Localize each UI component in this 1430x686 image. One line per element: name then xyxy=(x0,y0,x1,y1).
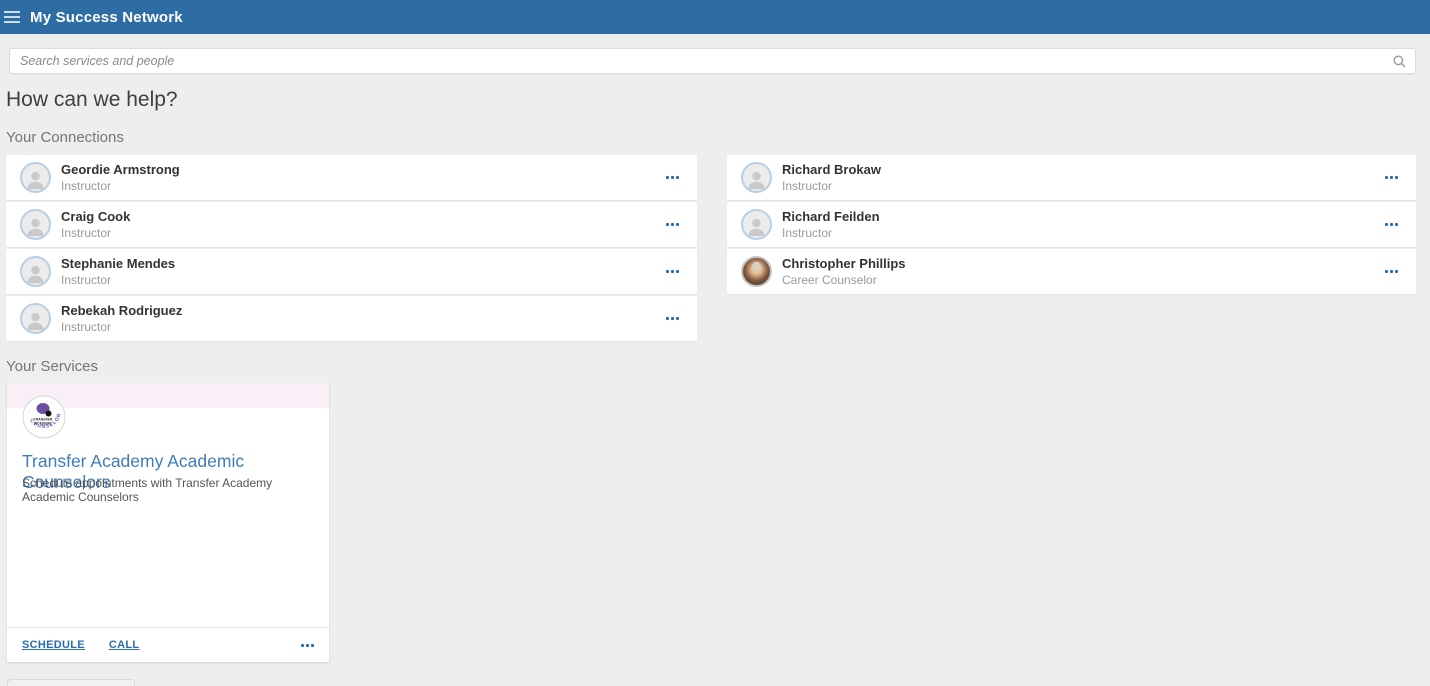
connection-ellipsis-menu-button[interactable] xyxy=(662,266,683,277)
connection-name: Craig Cook xyxy=(61,209,130,224)
connection-ellipsis-menu-button[interactable] xyxy=(1381,172,1402,183)
default-avatar-icon xyxy=(20,303,51,334)
connection-role: Instructor xyxy=(782,226,880,240)
service-logo-icon: .................. TRANSFER ACADEMY COUN… xyxy=(22,395,66,439)
service-card-footer: SCHEDULE CALL xyxy=(7,627,329,662)
connection-role: Career Counselor xyxy=(782,273,906,287)
default-avatar-icon xyxy=(20,209,51,240)
connection-name: Christopher Phillips xyxy=(782,256,906,271)
connection-ellipsis-menu-button[interactable] xyxy=(1381,219,1402,230)
connection-row: Rebekah Rodriguez Instructor xyxy=(6,296,697,341)
connection-ellipsis-menu-button[interactable] xyxy=(662,313,683,324)
service-card: .................. TRANSFER ACADEMY COUN… xyxy=(7,383,329,662)
schedule-link[interactable]: SCHEDULE xyxy=(22,639,85,651)
default-avatar-icon xyxy=(741,209,772,240)
connection-role: Instructor xyxy=(61,179,180,193)
search-input[interactable] xyxy=(10,49,1384,73)
connection-text: Rebekah Rodriguez Instructor xyxy=(61,303,182,334)
connection-row: Stephanie Mendes Instructor xyxy=(6,249,697,294)
connections-section-label: Your Connections xyxy=(6,129,124,146)
connection-row: Christopher Phillips Career Counselor xyxy=(727,249,1416,294)
connection-role: Instructor xyxy=(782,179,881,193)
connection-name: Rebekah Rodriguez xyxy=(61,303,182,318)
connection-name: Richard Brokaw xyxy=(782,162,881,177)
connection-text: Stephanie Mendes Instructor xyxy=(61,256,175,287)
menu-icon[interactable] xyxy=(0,0,26,34)
default-avatar-icon xyxy=(20,162,51,193)
connections-grid: Geordie Armstrong Instructor Craig Cook Ins… xyxy=(6,155,1416,343)
connection-ellipsis-menu-button[interactable] xyxy=(1381,266,1402,277)
connections-column-left: Geordie Armstrong Instructor Craig Cook Ins… xyxy=(6,155,697,343)
default-avatar-icon xyxy=(20,256,51,287)
page-heading: How can we help? xyxy=(6,88,178,112)
connection-role: Instructor xyxy=(61,226,130,240)
connection-role: Instructor xyxy=(61,273,175,287)
connection-text: Richard Feilden Instructor xyxy=(782,209,880,240)
connection-text: Geordie Armstrong Instructor xyxy=(61,162,180,193)
app-header: My Success Network xyxy=(0,0,1430,34)
connection-text: Craig Cook Instructor xyxy=(61,209,130,240)
default-avatar-icon xyxy=(741,162,772,193)
connection-name: Stephanie Mendes xyxy=(61,256,175,271)
connection-row: Richard Brokaw Instructor xyxy=(727,155,1416,200)
connection-ellipsis-menu-button[interactable] xyxy=(662,219,683,230)
service-description: Schedule appointments with Transfer Acad… xyxy=(22,476,317,504)
connection-text: Christopher Phillips Career Counselor xyxy=(782,256,906,287)
connection-row: Craig Cook Instructor xyxy=(6,202,697,247)
connections-column-right: Richard Brokaw Instructor Richard Feilden I… xyxy=(727,155,1416,296)
connection-name: Richard Feilden xyxy=(782,209,880,224)
connection-name: Geordie Armstrong xyxy=(61,162,180,177)
connection-role: Instructor xyxy=(61,320,182,334)
page-title: My Success Network xyxy=(30,9,183,26)
connection-ellipsis-menu-button[interactable] xyxy=(662,172,683,183)
connection-row: Richard Feilden Instructor xyxy=(727,202,1416,247)
service-ellipsis-menu-button[interactable] xyxy=(301,640,314,651)
partial-card xyxy=(7,679,135,686)
connection-row: Geordie Armstrong Instructor xyxy=(6,155,697,200)
call-link[interactable]: CALL xyxy=(109,639,140,651)
search-bar xyxy=(9,48,1416,74)
connection-text: Richard Brokaw Instructor xyxy=(782,162,881,193)
services-section-label: Your Services xyxy=(6,358,98,375)
profile-photo-avatar xyxy=(741,256,772,287)
search-icon[interactable] xyxy=(1384,55,1415,68)
